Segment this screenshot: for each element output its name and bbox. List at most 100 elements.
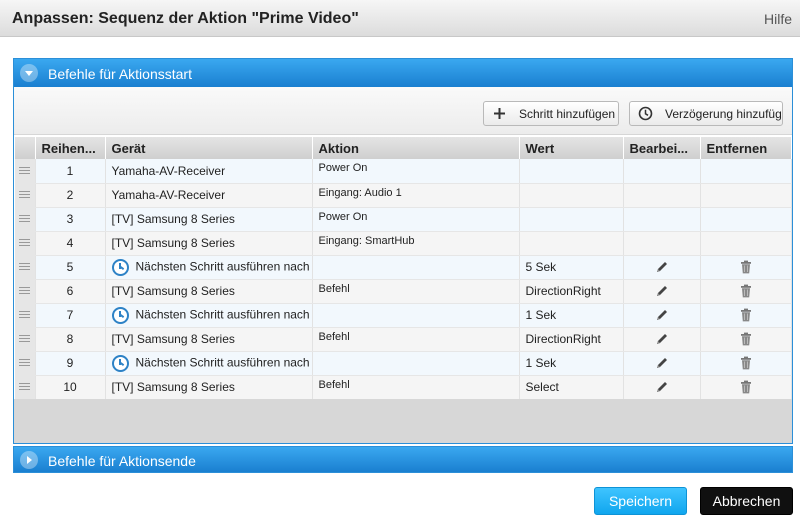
table-row[interactable]: 6 [TV] Samsung 8 Series Befehl DirectionRig… — [15, 279, 792, 304]
save-button[interactable]: Speichern — [594, 487, 687, 515]
cancel-button[interactable]: Abbrechen — [700, 487, 793, 515]
table-row[interactable]: 7 Nächsten Schritt ausführen nach 1 Sek — [15, 303, 792, 328]
add-step-button[interactable]: Schritt hinzufügen — [483, 101, 619, 126]
remove-cell — [700, 303, 792, 328]
action-cell: Befehl — [312, 375, 520, 400]
table-row[interactable]: 2 Yamaha-AV-Receiver Eingang: Audio 1 — [15, 183, 792, 208]
help-link[interactable]: Hilfe — [764, 11, 792, 27]
drag-handle[interactable] — [15, 255, 36, 280]
pencil-icon[interactable] — [655, 308, 669, 322]
column-header-edit[interactable]: Bearbei... — [623, 137, 701, 159]
trash-icon[interactable] — [739, 380, 753, 394]
column-header-device[interactable]: Gerät — [105, 137, 313, 159]
value-cell — [519, 183, 624, 208]
device-cell: Yamaha-AV-Receiver — [105, 159, 313, 184]
remove-cell — [700, 183, 792, 208]
table-row[interactable]: 4 [TV] Samsung 8 Series Eingang: SmartHub — [15, 231, 792, 256]
remove-cell — [700, 231, 792, 256]
clock-icon — [111, 306, 129, 324]
column-header-order[interactable]: Reihen... — [35, 137, 106, 159]
table-header-row: Reihen... Gerät Aktion Wert Bearbei... E… — [15, 137, 792, 159]
remove-cell — [700, 279, 792, 304]
sequence-rows: 1 Yamaha-AV-Receiver Power On 2 Yamaha-AV-Re… — [15, 159, 792, 400]
order-cell: 6 — [35, 279, 106, 304]
order-cell: 10 — [35, 375, 106, 400]
edit-cell — [623, 327, 701, 352]
order-cell: 4 — [35, 231, 106, 256]
pencil-icon[interactable] — [655, 332, 669, 346]
start-commands-panel: Befehle für Aktionsstart Schritt hinzufü… — [13, 58, 793, 444]
order-cell: 1 — [35, 159, 106, 184]
remove-cell — [700, 207, 792, 232]
table-row[interactable]: 9 Nächsten Schritt ausführen nach 1 Sek — [15, 351, 792, 376]
drag-grip-icon — [19, 215, 31, 223]
column-header-remove[interactable]: Entfernen — [700, 137, 792, 159]
drag-handle[interactable] — [15, 327, 36, 352]
add-delay-label: Verzögerung hinzufüg — [665, 107, 782, 121]
chevron-down-icon[interactable] — [20, 64, 38, 82]
trash-icon[interactable] — [739, 284, 753, 298]
table-row[interactable]: 5 Nächsten Schritt ausführen nach 5 Sek — [15, 255, 792, 280]
order-cell: 7 — [35, 303, 106, 328]
drag-grip-icon — [19, 287, 31, 295]
drag-grip-icon — [19, 311, 31, 319]
column-header-action[interactable]: Aktion — [312, 137, 520, 159]
pencil-icon[interactable] — [655, 284, 669, 298]
device-cell: [TV] Samsung 8 Series — [105, 207, 313, 232]
value-cell: 5 Sek — [519, 255, 624, 280]
drag-handle[interactable] — [15, 183, 36, 208]
order-cell: 3 — [35, 207, 106, 232]
trash-icon[interactable] — [739, 260, 753, 274]
add-step-label: Schritt hinzufügen — [519, 107, 616, 121]
action-cell — [312, 351, 520, 376]
end-commands-title: Befehle für Aktionsende — [48, 453, 196, 469]
sequence-toolbar: Schritt hinzufügen Verzögerung hinzufüg — [14, 87, 792, 135]
add-delay-button[interactable]: Verzögerung hinzufüg — [629, 101, 783, 126]
title-bar: Anpassen: Sequenz der Aktion "Prime Vide… — [0, 0, 800, 37]
drag-grip-icon — [19, 383, 31, 391]
pencil-icon[interactable] — [655, 380, 669, 394]
end-commands-panel[interactable]: Befehle für Aktionsende — [13, 446, 793, 473]
drag-handle[interactable] — [15, 207, 36, 232]
column-header-value[interactable]: Wert — [519, 137, 624, 159]
table-row[interactable]: 3 [TV] Samsung 8 Series Power On — [15, 207, 792, 232]
value-cell — [519, 231, 624, 256]
device-cell: [TV] Samsung 8 Series — [105, 327, 313, 352]
pencil-icon[interactable] — [655, 356, 669, 370]
drag-handle[interactable] — [15, 375, 36, 400]
chevron-right-icon[interactable] — [20, 451, 38, 469]
device-cell: [TV] Samsung 8 Series — [105, 231, 313, 256]
edit-cell — [623, 183, 701, 208]
drag-handle[interactable] — [15, 279, 36, 304]
delay-label: Nächsten Schritt ausführen nach — [135, 259, 310, 274]
order-cell: 2 — [35, 183, 106, 208]
action-cell — [312, 255, 520, 280]
start-commands-title: Befehle für Aktionsstart — [48, 66, 192, 82]
trash-icon[interactable] — [739, 308, 753, 322]
action-cell: Befehl — [312, 327, 520, 352]
trash-icon[interactable] — [739, 332, 753, 346]
order-cell: 8 — [35, 327, 106, 352]
table-row[interactable]: 8 [TV] Samsung 8 Series Befehl DirectionRig… — [15, 327, 792, 352]
drag-grip-icon — [19, 191, 31, 199]
remove-cell — [700, 351, 792, 376]
pencil-icon[interactable] — [655, 260, 669, 274]
drag-handle[interactable] — [15, 231, 36, 256]
drag-grip-icon — [19, 166, 31, 175]
action-cell: Eingang: Audio 1 — [312, 183, 520, 208]
drag-handle[interactable] — [15, 351, 36, 376]
drag-grip-icon — [19, 239, 31, 247]
table-row[interactable]: 10 [TV] Samsung 8 Series Befehl Select — [15, 375, 792, 400]
edit-cell — [623, 351, 701, 376]
drag-handle[interactable] — [15, 303, 36, 328]
action-cell — [312, 303, 520, 328]
table-row[interactable]: 1 Yamaha-AV-Receiver Power On — [15, 159, 792, 184]
value-cell: 1 Sek — [519, 303, 624, 328]
trash-icon[interactable] — [739, 356, 753, 370]
clock-icon — [638, 106, 653, 121]
start-commands-header[interactable]: Befehle für Aktionsstart — [14, 59, 792, 87]
edit-cell — [623, 159, 701, 184]
drag-handle[interactable] — [15, 159, 36, 184]
device-cell: Yamaha-AV-Receiver — [105, 183, 313, 208]
plus-icon — [494, 108, 505, 119]
